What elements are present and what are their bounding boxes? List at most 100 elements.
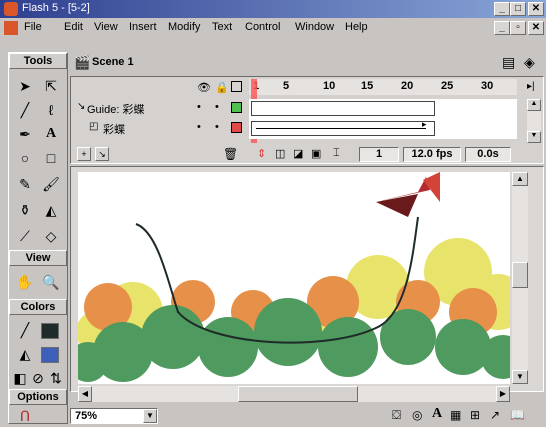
- layer-row-butterfly[interactable]: ◰ 彩蝶 • •: [75, 119, 245, 137]
- close-button[interactable]: ✕: [528, 2, 544, 16]
- minimize-button[interactable]: _: [494, 2, 510, 16]
- outline-icon[interactable]: [231, 81, 242, 92]
- doc-minimize-button[interactable]: _: [494, 21, 510, 35]
- fill-color-icon[interactable]: ◭: [13, 343, 37, 365]
- doc-close-button[interactable]: ✕: [528, 21, 544, 35]
- scene-label[interactable]: Scene 1: [92, 56, 134, 68]
- lock-dot[interactable]: •: [215, 101, 219, 113]
- default-colors-icon[interactable]: ◧: [11, 367, 29, 389]
- layer-color-box[interactable]: [231, 102, 242, 113]
- add-guide-layer-button[interactable]: ↘: [95, 147, 109, 161]
- menu-view[interactable]: View: [94, 21, 118, 33]
- edit-scene-icon[interactable]: ▤: [502, 54, 515, 71]
- stroke-color-icon[interactable]: ╱: [13, 319, 37, 341]
- library-icon[interactable]: 📖: [510, 408, 525, 422]
- character-panel-icon[interactable]: A: [432, 406, 442, 422]
- stroke-color-swatch[interactable]: [41, 323, 59, 339]
- onion-outline-icon[interactable]: ◪: [293, 147, 303, 160]
- frame-cells[interactable]: ▸: [249, 99, 517, 139]
- oval-tool-icon[interactable]: ○: [13, 147, 37, 169]
- stage-hscroll[interactable]: ◀ ▶: [78, 386, 510, 402]
- ink-bottle-tool-icon[interactable]: ⚱: [13, 199, 37, 221]
- timeline-vscroll[interactable]: ▲ ▼: [527, 99, 541, 143]
- frame-number: 5: [283, 80, 290, 92]
- menu-modify[interactable]: Modify: [168, 21, 200, 33]
- tween-arrowhead-icon: ▸: [422, 119, 427, 129]
- pen-tool-icon[interactable]: ✒: [13, 123, 37, 145]
- layer-color-box[interactable]: [231, 122, 242, 133]
- eye-icon[interactable]: 👁: [197, 81, 211, 94]
- menu-help[interactable]: Help: [345, 21, 368, 33]
- stage-canvas[interactable]: [78, 172, 510, 384]
- scroll-up-icon[interactable]: ▲: [527, 99, 541, 111]
- vscroll-up-icon[interactable]: ▲: [512, 172, 528, 186]
- frame-ruler[interactable]: 1 5 10 15 20 25 30: [249, 79, 517, 95]
- fill-panel-icon[interactable]: ⛋: [392, 408, 401, 423]
- chevron-down-icon[interactable]: ▼: [143, 409, 157, 423]
- title-bar: Flash 5 - [5-2] _ □ ✕: [0, 0, 546, 18]
- paint-bucket-tool-icon[interactable]: ◭: [39, 199, 63, 221]
- dropper-tool-icon[interactable]: ⟋: [13, 225, 37, 247]
- flash-app-icon: [4, 2, 18, 16]
- text-tool-icon[interactable]: A: [39, 123, 63, 145]
- arrow-tool-icon[interactable]: ➤: [13, 75, 37, 97]
- no-color-icon[interactable]: ⊘: [29, 367, 47, 389]
- subselect-tool-icon[interactable]: ⇱: [39, 75, 63, 97]
- lock-icon[interactable]: 🔒: [215, 81, 229, 94]
- elapsed-time-field: 0.0s: [465, 147, 511, 162]
- hand-tool-icon[interactable]: ✋: [13, 271, 37, 293]
- trash-icon[interactable]: 🗑: [223, 147, 238, 161]
- layer-row-guide[interactable]: ↘ Guide: 彩蝶 • •: [75, 99, 245, 117]
- brush-tool-icon[interactable]: 🖌: [39, 173, 63, 195]
- frame-view-icon[interactable]: ▸|: [527, 81, 535, 92]
- fill-color-swatch[interactable]: [41, 347, 59, 363]
- snap-magnet-icon[interactable]: Ո: [13, 405, 37, 427]
- lasso-tool-icon[interactable]: ℓ: [39, 99, 63, 121]
- swap-colors-icon[interactable]: ⇅: [47, 367, 65, 389]
- hscroll-left-icon[interactable]: ◀: [78, 386, 92, 402]
- vscroll-thumb[interactable]: [512, 262, 528, 288]
- visible-dot[interactable]: •: [197, 121, 201, 133]
- menu-window[interactable]: Window: [295, 21, 334, 33]
- onion-skin-icon[interactable]: ◫: [275, 147, 285, 160]
- tools-title: Tools: [9, 53, 67, 69]
- line-tool-icon[interactable]: ╱: [13, 99, 37, 121]
- hscroll-right-icon[interactable]: ▶: [496, 386, 510, 402]
- zoom-tool-icon[interactable]: 🔍: [39, 271, 63, 293]
- menu-edit[interactable]: Edit: [64, 21, 83, 33]
- eraser-tool-icon[interactable]: ◇: [39, 225, 63, 247]
- graphic-layer-icon: ◰: [89, 121, 99, 132]
- menu-bar: File Edit View Insert Modify Text Contro…: [0, 18, 546, 38]
- zoom-select[interactable]: 75% ▼: [70, 408, 158, 424]
- timeline-panel: 👁 🔒 1 5 10 15 20 25 30 ▸| ↘ Guide: 彩蝶 • …: [70, 76, 544, 164]
- menu-insert[interactable]: Insert: [129, 21, 157, 33]
- onion-markers-icon[interactable]: ⌶: [333, 147, 340, 160]
- stage-vscroll[interactable]: ▲ ▼: [512, 172, 528, 384]
- maximize-button[interactable]: □: [510, 2, 526, 16]
- view-section-title: View: [9, 250, 67, 266]
- stroke-panel-icon[interactable]: ◎: [412, 408, 422, 422]
- rectangle-tool-icon[interactable]: □: [39, 147, 63, 169]
- edit-symbol-icon[interactable]: ◈: [524, 54, 535, 71]
- doc-restore-button[interactable]: ▫: [510, 21, 526, 35]
- visible-dot[interactable]: •: [197, 101, 201, 113]
- scene-bar: 🎬 Scene 1 ▤ ◈: [70, 52, 544, 74]
- movie-explorer-icon[interactable]: ⊞: [470, 408, 480, 422]
- lock-dot[interactable]: •: [215, 121, 219, 133]
- vscroll-down-icon[interactable]: ▼: [512, 370, 528, 384]
- pencil-tool-icon[interactable]: ✎: [13, 173, 37, 195]
- add-layer-button[interactable]: +: [77, 147, 91, 161]
- center-frame-icon[interactable]: ⇕: [257, 147, 266, 160]
- menu-file[interactable]: File: [24, 21, 42, 33]
- actions-panel-icon[interactable]: ↗: [490, 408, 500, 422]
- layer-name: Guide: 彩蝶: [87, 104, 145, 116]
- instance-panel-icon[interactable]: ▦: [450, 408, 461, 422]
- tween-frame-span: ▸: [251, 119, 435, 136]
- hscroll-thumb[interactable]: [238, 386, 358, 402]
- current-frame-field: 1: [359, 147, 399, 162]
- menu-text[interactable]: Text: [212, 21, 232, 33]
- menu-control[interactable]: Control: [245, 21, 280, 33]
- scroll-down-icon[interactable]: ▼: [527, 131, 541, 143]
- frame-rate-field[interactable]: 12.0 fps: [403, 147, 461, 162]
- edit-multiple-icon[interactable]: ▣: [311, 147, 321, 160]
